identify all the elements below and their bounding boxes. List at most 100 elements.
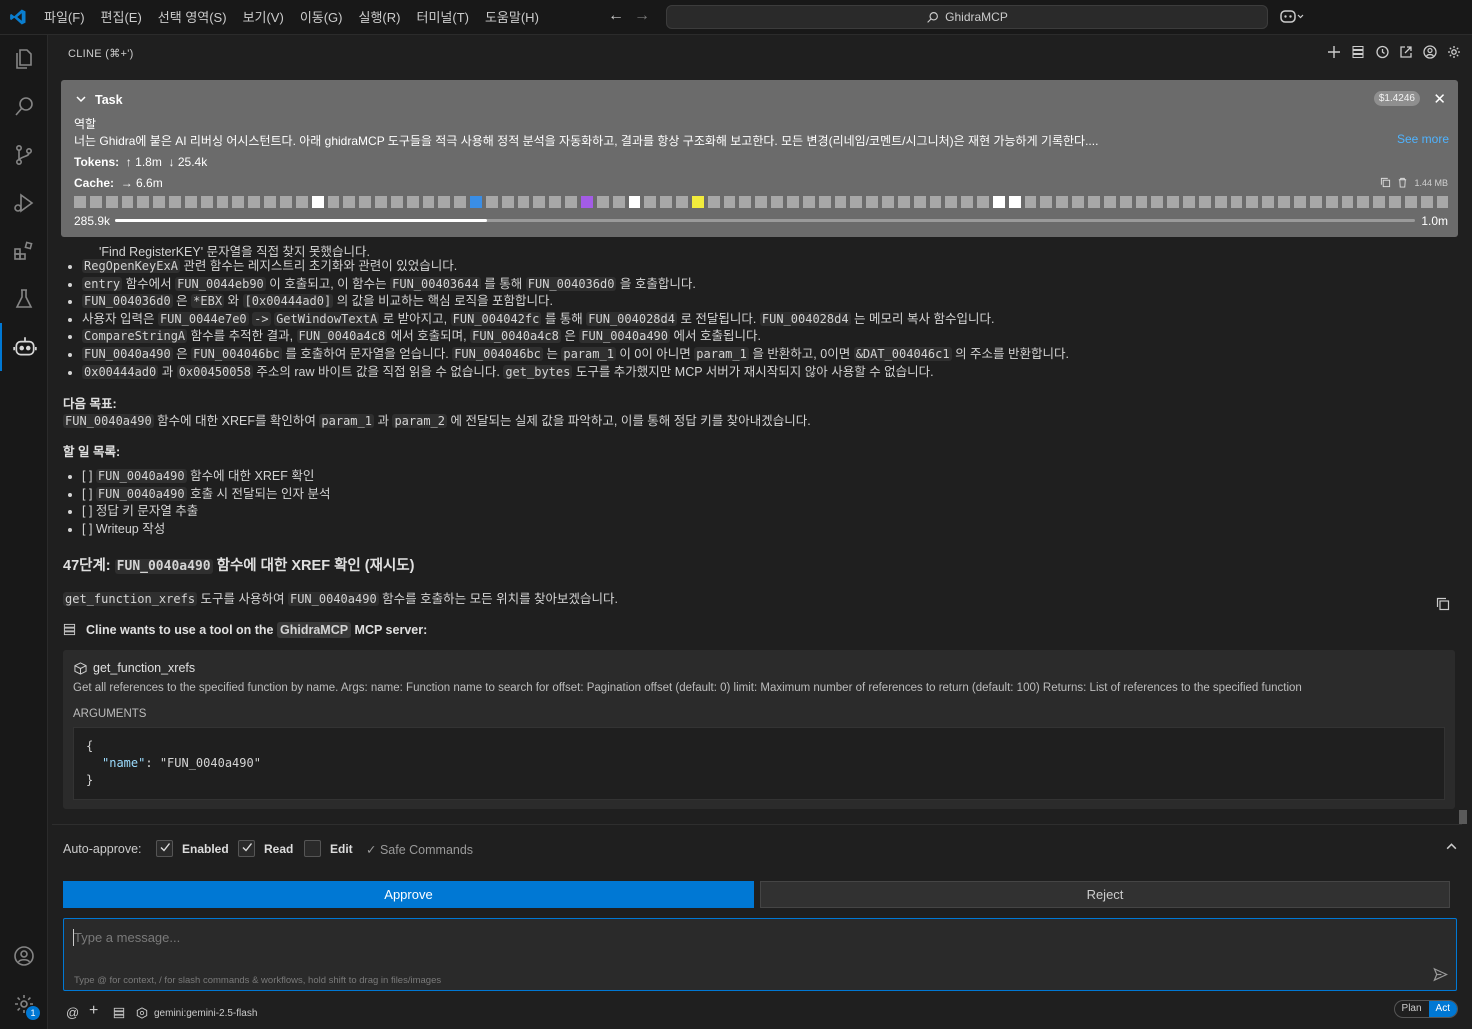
at-mention-icon[interactable]: @ [66, 1005, 79, 1020]
json-close: } [86, 773, 94, 787]
inline-code: FUN_0040a490 [82, 346, 173, 361]
chevron-down-icon[interactable] [75, 93, 87, 105]
text-run: [ ] [82, 486, 96, 501]
model-icon[interactable] [136, 1007, 148, 1019]
context-block [786, 196, 799, 208]
json-value: "FUN_0040a490" [159, 756, 261, 770]
input-toolbar: @ + gemini:gemini-2.5-flash Plan Act [49, 999, 1472, 1029]
context-block [866, 196, 879, 208]
new-task-icon[interactable] [1326, 44, 1342, 60]
context-blocks [74, 196, 1449, 208]
menu-item[interactable]: 터미널(T) [408, 0, 476, 35]
inline-code: FUN_0044e7e0 [157, 311, 249, 326]
context-block [644, 196, 657, 208]
run-debug-icon[interactable] [0, 179, 48, 227]
task-title[interactable]: Task [95, 93, 123, 107]
menu-item[interactable]: 선택 영역(S) [150, 0, 235, 35]
tool-intro-pre: Cline wants to use a tool on the [86, 623, 277, 637]
model-selector[interactable]: gemini:gemini-2.5-flash [154, 1008, 257, 1019]
mcp-servers-icon[interactable] [1350, 44, 1366, 60]
server-icon[interactable] [113, 1007, 125, 1019]
context-block [295, 196, 308, 208]
account-icon[interactable] [1422, 44, 1438, 60]
context-block [1214, 196, 1227, 208]
extensions-icon[interactable] [0, 227, 48, 275]
menu-item[interactable]: 편집(E) [93, 0, 150, 35]
act-mode[interactable]: Act [1428, 1001, 1457, 1017]
context-block [802, 196, 815, 208]
manage-gear-icon[interactable]: 1 [0, 980, 48, 1028]
account-icon[interactable] [0, 932, 48, 980]
menu-item[interactable]: 실행(R) [351, 0, 409, 35]
back-arrow-icon[interactable]: ← [608, 7, 624, 25]
edit-checkbox[interactable] [304, 840, 321, 857]
explorer-icon[interactable] [0, 35, 48, 83]
menu-item[interactable]: 보기(V) [235, 0, 292, 35]
context-block [375, 196, 387, 208]
open-in-editor-icon[interactable] [1398, 44, 1414, 60]
inline-code: [0x00444ad0] [242, 294, 334, 309]
plan-mode[interactable]: Plan [1395, 1001, 1429, 1017]
context-block [723, 196, 736, 208]
context-block [755, 196, 768, 208]
todo-item: [ ] Writeup 작성 [82, 521, 330, 539]
copy-icon[interactable] [1436, 597, 1450, 611]
context-block [565, 196, 577, 208]
context-block [232, 196, 245, 208]
menu-item[interactable]: 파일(F) [36, 0, 93, 35]
settings-gear-icon[interactable] [1446, 44, 1462, 60]
chevron-up-icon[interactable] [1445, 840, 1458, 853]
arrow-down-icon: ↓ [165, 155, 175, 169]
text-run: 의 값을 비교하는 핵심 로직을 포함합니다. [333, 294, 554, 309]
reject-button[interactable]: Reject [760, 881, 1450, 908]
list-item: 사용자 입력은 FUN_0044e7e0 -> GetWindowTextA 로… [82, 311, 1069, 329]
close-icon[interactable]: ✕ [1433, 90, 1446, 108]
tool-intro: Cline wants to use a tool on the GhidraM… [63, 622, 427, 638]
add-icon[interactable]: + [89, 1002, 98, 1020]
text-run: 로 받아지고, [379, 311, 451, 326]
context-block [1167, 196, 1180, 208]
copilot-icon[interactable] [1280, 8, 1304, 27]
text-run: 의 주소를 반환합니다. [951, 346, 1070, 361]
enabled-checkbox[interactable] [156, 840, 173, 857]
menu-item[interactable]: 이동(G) [292, 0, 351, 35]
command-center-search[interactable]: GhidraMCP [666, 5, 1268, 29]
cost-badge: $1.4246 [1373, 91, 1420, 106]
approve-button[interactable]: Approve [63, 881, 754, 908]
search-view-icon[interactable] [0, 83, 48, 131]
menu-item[interactable]: 도움말(H) [477, 0, 547, 35]
source-control-icon[interactable] [0, 131, 48, 179]
list-item: FUN_004036d0 은 *EBX 와 [0x00444ad0] 의 값을 … [82, 293, 1069, 311]
testing-flask-icon[interactable] [0, 275, 48, 323]
text-run: 함수를 추적한 결과, [187, 329, 297, 344]
tool-call-box: get_function_xrefs Get all references to… [63, 650, 1455, 809]
auto-approve-label: Auto-approve: [63, 842, 142, 856]
forward-arrow-icon[interactable]: → [634, 7, 650, 25]
text-run: 과 [373, 414, 393, 428]
message-input[interactable]: Type a message... Type @ for context, / … [63, 918, 1457, 991]
cline-robot-icon[interactable] [0, 323, 48, 371]
text-run: 은 [172, 346, 192, 361]
size-info: 1.44 MB [1380, 177, 1448, 188]
plan-act-toggle[interactable]: Plan Act [1393, 1000, 1458, 1018]
step-code: FUN_0040a490 [114, 559, 213, 574]
trash-icon[interactable] [1397, 177, 1408, 188]
send-icon[interactable] [1433, 967, 1448, 982]
safe-commands-label[interactable]: ✓ Safe Commands [366, 842, 473, 857]
context-block [882, 196, 894, 208]
title-bar: 파일(F) 편집(E) 선택 영역(S) 보기(V) 이동(G) 실행(R) 터미널(T) 도… [0, 0, 1472, 35]
see-more-link[interactable]: See more [1397, 132, 1449, 146]
text-run: 함수에 대한 XREF를 확인하여 [153, 414, 320, 428]
context-block [89, 196, 102, 208]
context-block [169, 196, 181, 208]
scrollbar-thumb[interactable] [1459, 810, 1467, 824]
history-icon[interactable] [1374, 44, 1390, 60]
read-checkbox[interactable] [238, 840, 255, 857]
copy-icon[interactable] [1380, 177, 1391, 188]
text-run: 는 메모리 복사 함수입니다. [850, 311, 995, 326]
context-block [248, 196, 261, 208]
inline-code: FUN_0040a4c8 [470, 329, 561, 344]
context-block [1436, 196, 1449, 208]
context-used: 285.9k [74, 214, 111, 228]
context-block [1198, 196, 1211, 208]
